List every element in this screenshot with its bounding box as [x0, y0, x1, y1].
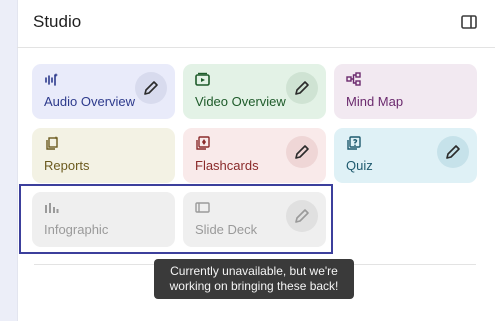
- studio-title: Studio: [33, 12, 82, 31]
- pencil-icon: [295, 81, 309, 95]
- card-label: Mind Map: [346, 94, 404, 109]
- quiz-icon: [346, 136, 361, 151]
- card-quiz[interactable]: Quiz: [334, 128, 477, 183]
- unavailable-tooltip: Currently unavailable, but we're working…: [154, 259, 354, 299]
- tooltip-line-2: working on bringing these back!: [169, 279, 339, 293]
- card-label: Video Overview: [195, 94, 286, 109]
- audio-waveform-icon: [44, 72, 59, 87]
- card-mind-map[interactable]: Mind Map: [334, 64, 477, 119]
- panel-toggle-icon[interactable]: [461, 14, 477, 30]
- studio-header: Studio: [17, 0, 495, 48]
- mind-map-icon: [346, 72, 361, 87]
- pencil-icon: [295, 145, 309, 159]
- card-audio-overview[interactable]: Audio Overview: [32, 64, 175, 119]
- card-label: Reports: [44, 158, 90, 173]
- pencil-icon: [446, 145, 460, 159]
- card-label: Audio Overview: [44, 94, 136, 109]
- tooltip-line-1: Currently unavailable, but we're: [170, 264, 338, 278]
- unavailable-highlight-box: [19, 184, 333, 254]
- card-video-overview[interactable]: Video Overview: [183, 64, 326, 119]
- card-label: Flashcards: [195, 158, 259, 173]
- card-reports[interactable]: Reports: [32, 128, 175, 183]
- edit-audio-overview-button[interactable]: [135, 72, 167, 104]
- edit-quiz-button[interactable]: [437, 136, 469, 168]
- card-flashcards[interactable]: Flashcards: [183, 128, 326, 183]
- pencil-icon: [144, 81, 158, 95]
- video-play-icon: [195, 72, 210, 87]
- edit-flashcards-button[interactable]: [286, 136, 318, 168]
- reports-icon: [44, 136, 59, 151]
- flashcards-icon: [195, 136, 210, 151]
- card-label: Quiz: [346, 158, 373, 173]
- edit-video-overview-button[interactable]: [286, 72, 318, 104]
